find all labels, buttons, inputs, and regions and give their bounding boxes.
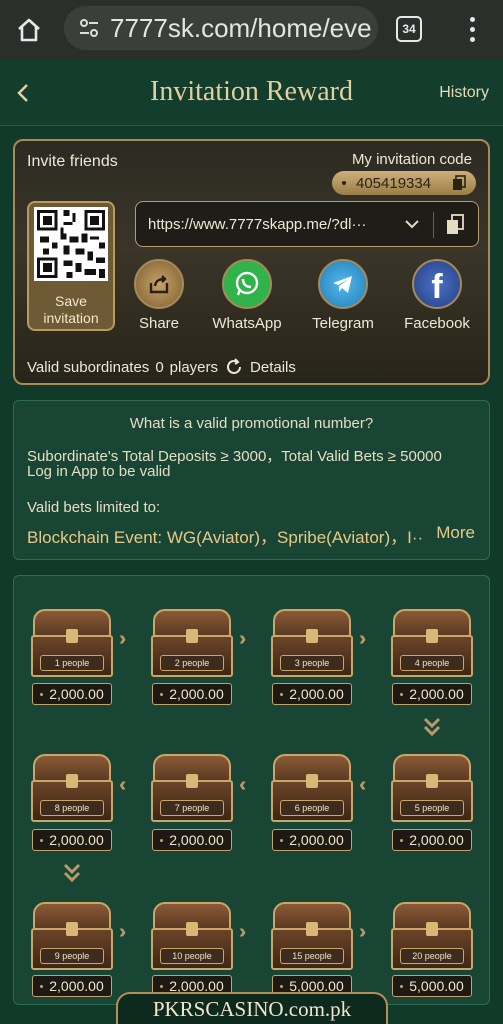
reward-amount: 5,000.00 — [392, 975, 472, 997]
arrow-right-icon: ›› — [239, 628, 248, 650]
site-settings-icon[interactable] — [78, 17, 100, 39]
info-blockchain-events: Blockchain Event: WG(Aviator)，Spribe(Avi… — [27, 528, 425, 547]
reward-chest[interactable]: 15 people — [271, 902, 353, 970]
invitation-code-label: My invitation code — [351, 151, 472, 168]
reward-amount: 2,000.00 — [272, 829, 352, 851]
reward-chest[interactable]: 2 people — [151, 609, 233, 677]
reward-chests-panel: 1 people 2 people 3 people 4 people 2,00… — [13, 575, 490, 1005]
save-invitation-button[interactable]: Save invitation — [27, 201, 115, 331]
facebook-icon: f — [412, 259, 462, 309]
share-button[interactable]: Share — [119, 259, 199, 332]
reward-amount: 2,000.00 — [272, 683, 352, 705]
reward-amount: 2,000.00 — [32, 975, 112, 997]
copy-icon[interactable] — [452, 175, 466, 191]
invitation-link-field[interactable]: https://www.7777skapp.me/?dl··· — [135, 201, 479, 247]
telegram-icon — [318, 259, 368, 309]
valid-subordinates-row: Valid subordinates 0 players Details — [27, 357, 296, 377]
reward-chest[interactable]: 6 people — [271, 754, 353, 822]
url-text: 7777sk.com/home/eve — [110, 12, 372, 43]
reward-chest[interactable]: 5 people — [391, 754, 473, 822]
invite-friends-label: Invite friends — [27, 153, 118, 170]
reward-chest[interactable]: 10 people — [151, 902, 233, 970]
reward-amount: 2,000.00 — [392, 829, 472, 851]
site-watermark: PKRSCASINO.com.pk — [116, 992, 388, 1024]
arrow-right-icon: ›› — [119, 628, 128, 650]
divider — [433, 212, 434, 238]
arrow-down-icon — [423, 717, 441, 737]
whatsapp-icon — [222, 259, 272, 309]
reward-amount: 2,000.00 — [32, 683, 112, 705]
arrow-down-icon — [63, 863, 81, 883]
subordinates-label: Valid subordinates — [27, 358, 150, 376]
arrow-right-icon: ›› — [359, 921, 368, 943]
info-valid-bets-label: Valid bets limited to: — [27, 499, 161, 516]
arrow-left-icon: ‹‹ — [359, 774, 368, 796]
subordinates-unit: players — [169, 358, 219, 376]
refresh-icon[interactable] — [224, 357, 244, 377]
details-link[interactable]: Details — [250, 359, 296, 376]
more-link[interactable]: More — [436, 523, 475, 543]
reward-amount: 2,000.00 — [152, 683, 232, 705]
invitation-code-value: 405419334 — [356, 174, 432, 192]
page-header: Invitation Reward History — [0, 60, 503, 126]
reward-amount: 2,000.00 — [152, 829, 232, 851]
reward-chest[interactable]: 8 people — [31, 754, 113, 822]
reward-chest[interactable]: 3 people — [271, 609, 353, 677]
page-title: Invitation Reward — [150, 76, 353, 107]
reward-chest[interactable]: 20 people — [391, 902, 473, 970]
home-icon[interactable] — [12, 13, 46, 47]
browser-toolbar: 7777sk.com/home/eve 34 — [0, 0, 503, 60]
history-link[interactable]: History — [439, 84, 489, 102]
arrow-left-icon: ‹‹ — [239, 774, 248, 796]
reward-amount: 2,000.00 — [32, 829, 112, 851]
arrow-right-icon: ›› — [359, 628, 368, 650]
share-icon — [134, 259, 184, 309]
arrow-right-icon: ›› — [119, 921, 128, 943]
copy-link-icon[interactable] — [446, 214, 464, 236]
info-app-login: Log in App to be valid — [27, 463, 171, 480]
arrow-right-icon: ›› — [239, 921, 248, 943]
reward-amount: 2,000.00 — [392, 683, 472, 705]
invitation-code-pill[interactable]: 405419334 — [332, 171, 476, 195]
valid-promotion-info-card: What is a valid promotional number? Subo… — [13, 400, 490, 560]
more-options-icon[interactable] — [462, 14, 482, 44]
tab-switcher-button[interactable]: 34 — [396, 16, 422, 42]
info-question: What is a valid promotional number? — [129, 415, 374, 432]
reward-chest[interactable]: 9 people — [31, 902, 113, 970]
chevron-down-icon[interactable] — [402, 214, 422, 234]
invite-card: Invite friends My invitation code 405419… — [13, 139, 490, 385]
reward-chest[interactable]: 4 people — [391, 609, 473, 677]
dot-icon — [342, 181, 346, 185]
invitation-link-text: https://www.7777skapp.me/?dl··· — [148, 215, 367, 233]
subordinates-count: 0 — [155, 358, 164, 376]
facebook-share-button[interactable]: f Facebook — [397, 259, 477, 332]
whatsapp-share-button[interactable]: WhatsApp — [207, 259, 287, 332]
reward-chest[interactable]: 1 people — [31, 609, 113, 677]
arrow-left-icon: ‹‹ — [119, 774, 128, 796]
address-bar[interactable]: 7777sk.com/home/eve — [64, 6, 378, 50]
save-invitation-label: Save invitation — [43, 293, 99, 326]
telegram-share-button[interactable]: Telegram — [303, 259, 383, 332]
qr-code-image — [34, 207, 108, 281]
reward-chest[interactable]: 7 people — [151, 754, 233, 822]
